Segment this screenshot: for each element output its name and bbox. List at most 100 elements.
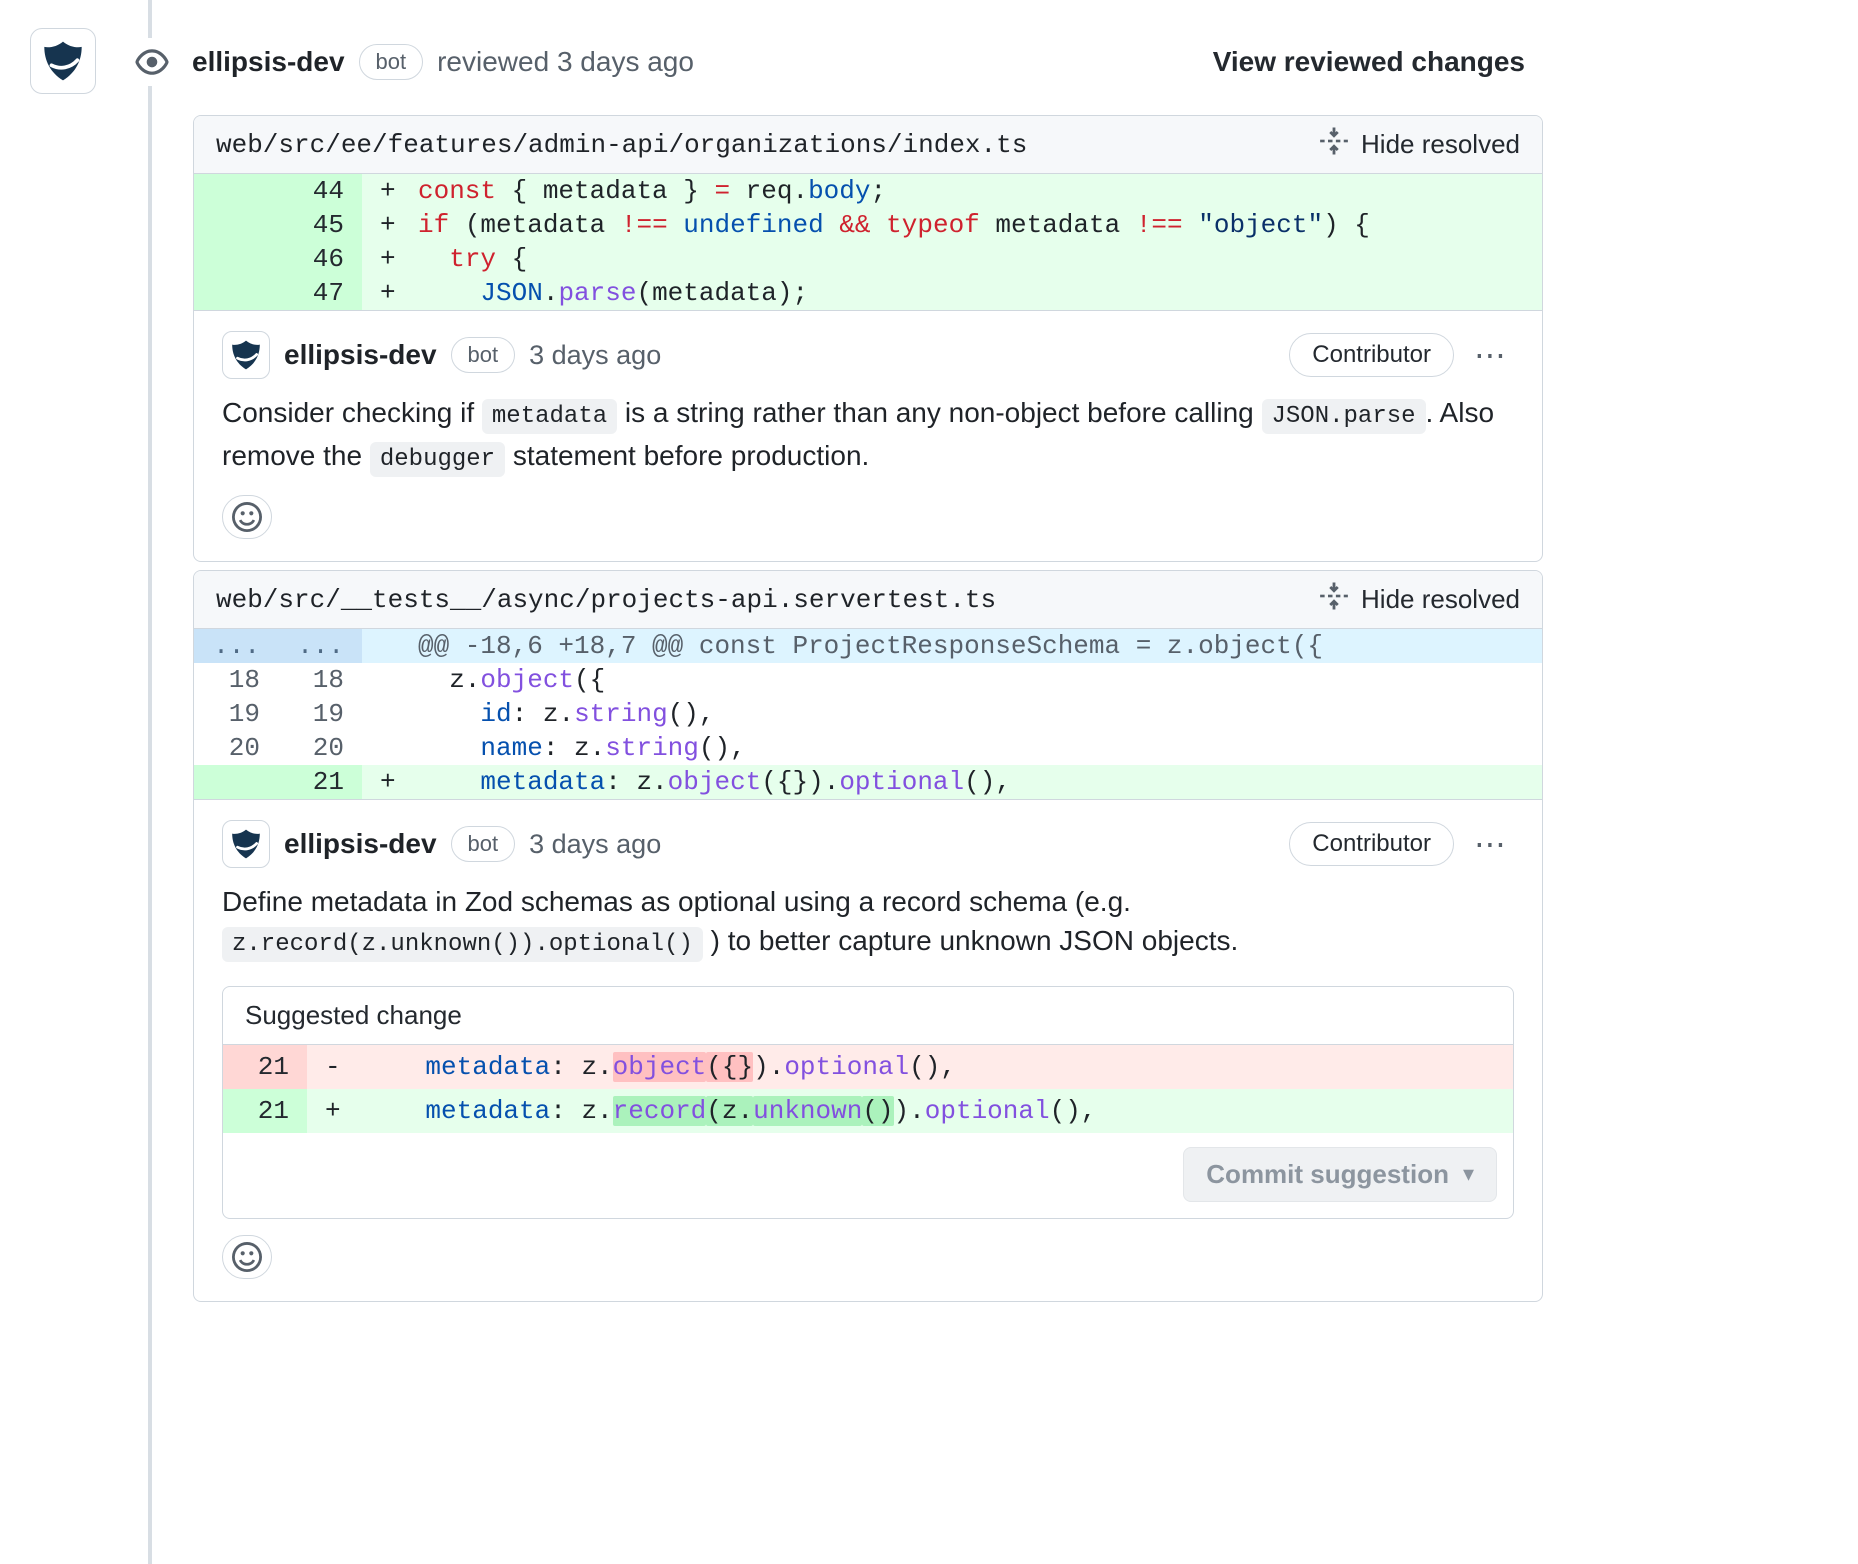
line-number[interactable] bbox=[194, 208, 278, 242]
line-number[interactable]: ... bbox=[278, 629, 362, 663]
comment-timestamp[interactable]: 3 days ago bbox=[529, 340, 661, 371]
kebab-menu-icon[interactable]: ⋯ bbox=[1468, 336, 1514, 374]
smiley-icon bbox=[232, 1242, 262, 1272]
diff-sign: + bbox=[362, 208, 418, 242]
eye-icon bbox=[126, 38, 178, 86]
avatar[interactable] bbox=[30, 28, 96, 94]
line-number[interactable]: 19 bbox=[278, 697, 362, 731]
code-line: name: z.string(), bbox=[418, 731, 1542, 765]
diff-sign bbox=[362, 731, 418, 765]
suggested-change-box: Suggested change 21- metadata: z.object(… bbox=[222, 986, 1514, 1219]
review-thread-card: web/src/ee/features/admin-api/organizati… bbox=[193, 115, 1543, 562]
view-reviewed-changes-link[interactable]: View reviewed changes bbox=[1213, 46, 1525, 78]
code-line: JSON.parse(metadata); bbox=[418, 276, 1542, 310]
file-header: web/src/__tests__/async/projects-api.ser… bbox=[194, 571, 1542, 629]
review-comment: ellipsis-dev bot 3 days ago Contributor … bbox=[194, 311, 1542, 561]
code-line: const { metadata } = req.body; bbox=[418, 174, 1542, 208]
diff-line: 1818 z.object({ bbox=[194, 663, 1542, 697]
add-reaction-button[interactable] bbox=[222, 495, 272, 539]
diff-line: 47+ JSON.parse(metadata); bbox=[194, 276, 1542, 310]
diff-sign: - bbox=[307, 1045, 363, 1089]
line-number[interactable]: 21 bbox=[223, 1089, 307, 1133]
bot-badge: bot bbox=[359, 44, 424, 80]
line-number[interactable]: ... bbox=[194, 629, 278, 663]
commit-suggestion-button[interactable]: Commit suggestion ▾ bbox=[1183, 1147, 1497, 1202]
diff-sign bbox=[362, 663, 418, 697]
line-number[interactable]: 20 bbox=[278, 731, 362, 765]
comment-timestamp[interactable]: 3 days ago bbox=[529, 829, 661, 860]
line-number[interactable]: 47 bbox=[278, 276, 362, 310]
inline-code: metadata bbox=[482, 399, 617, 434]
avatar[interactable] bbox=[222, 820, 270, 868]
hide-resolved-button[interactable]: Hide resolved bbox=[1319, 581, 1520, 618]
add-reaction-button[interactable] bbox=[222, 1235, 272, 1279]
comment-header: ellipsis-dev bot 3 days ago Contributor … bbox=[222, 331, 1514, 379]
diff-line: 44+const { metadata } = req.body; bbox=[194, 174, 1542, 208]
diff-sign bbox=[362, 629, 418, 663]
comment-author[interactable]: ellipsis-dev bbox=[284, 828, 437, 860]
comment-author[interactable]: ellipsis-dev bbox=[284, 339, 437, 371]
line-number[interactable] bbox=[194, 276, 278, 310]
line-number[interactable] bbox=[194, 765, 278, 799]
diff-line: 46+ try { bbox=[194, 242, 1542, 276]
code-line: id: z.string(), bbox=[418, 697, 1542, 731]
avatar[interactable] bbox=[222, 331, 270, 379]
code-line: metadata: z.record(z.unknown()).optional… bbox=[363, 1089, 1513, 1133]
line-number[interactable]: 21 bbox=[223, 1045, 307, 1089]
line-number[interactable]: 44 bbox=[278, 174, 362, 208]
code-line: @@ -18,6 +18,7 @@ const ProjectResponseS… bbox=[418, 629, 1542, 663]
inline-code: debugger bbox=[370, 442, 505, 477]
code-line: metadata: z.object({}).optional(), bbox=[363, 1045, 1513, 1089]
code-line: metadata: z.object({}).optional(), bbox=[418, 765, 1542, 799]
line-number[interactable]: 46 bbox=[278, 242, 362, 276]
review-comment: ellipsis-dev bot 3 days ago Contributor … bbox=[194, 800, 1542, 1301]
diff-sign: + bbox=[362, 276, 418, 310]
bot-badge: bot bbox=[451, 337, 516, 373]
code-line: z.object({ bbox=[418, 663, 1542, 697]
fold-icon bbox=[1319, 126, 1349, 163]
diff-line: 1919 id: z.string(), bbox=[194, 697, 1542, 731]
suggested-change-title: Suggested change bbox=[223, 987, 1513, 1045]
commit-suggestion-label: Commit suggestion bbox=[1206, 1159, 1449, 1190]
diff-line: 45+if (metadata !== undefined && typeof … bbox=[194, 208, 1542, 242]
diff-line: 21+ metadata: z.record(z.unknown()).opti… bbox=[223, 1089, 1513, 1133]
code-line: if (metadata !== undefined && typeof met… bbox=[418, 208, 1542, 242]
line-number[interactable]: 45 bbox=[278, 208, 362, 242]
contributor-badge: Contributor bbox=[1289, 822, 1454, 866]
line-number[interactable]: 21 bbox=[278, 765, 362, 799]
diff-line: 2020 name: z.string(), bbox=[194, 731, 1542, 765]
file-path[interactable]: web/src/__tests__/async/projects-api.ser… bbox=[216, 585, 996, 615]
kebab-menu-icon[interactable]: ⋯ bbox=[1468, 825, 1514, 863]
inline-code: JSON.parse bbox=[1262, 399, 1426, 434]
diff-line: 21+ metadata: z.object({}).optional(), bbox=[194, 765, 1542, 799]
chevron-down-icon: ▾ bbox=[1463, 1162, 1474, 1187]
line-number[interactable]: 19 bbox=[194, 697, 278, 731]
timeline-line bbox=[148, 0, 152, 1564]
diff-table: ...... @@ -18,6 +18,7 @@ const ProjectRes… bbox=[194, 629, 1542, 800]
line-number[interactable]: 20 bbox=[194, 731, 278, 765]
line-number[interactable]: 18 bbox=[278, 663, 362, 697]
suggestion-footer: Commit suggestion ▾ bbox=[223, 1133, 1513, 1218]
diff-line: ...... @@ -18,6 +18,7 @@ const ProjectRes… bbox=[194, 629, 1542, 663]
diff-sign bbox=[362, 697, 418, 731]
comment-body: Consider checking if metadata is a strin… bbox=[222, 393, 1514, 479]
bot-badge: bot bbox=[451, 826, 516, 862]
hide-resolved-label: Hide resolved bbox=[1361, 584, 1520, 615]
file-path[interactable]: web/src/ee/features/admin-api/organizati… bbox=[216, 130, 1027, 160]
suggestion-diff-table: 21- metadata: z.object({}).optional(),21… bbox=[223, 1045, 1513, 1133]
diff-sign: + bbox=[307, 1089, 363, 1133]
diff-sign: + bbox=[362, 174, 418, 208]
diff-sign: + bbox=[362, 242, 418, 276]
hide-resolved-label: Hide resolved bbox=[1361, 129, 1520, 160]
line-number[interactable] bbox=[194, 242, 278, 276]
review-thread-card: web/src/__tests__/async/projects-api.ser… bbox=[193, 570, 1543, 1302]
line-number[interactable] bbox=[194, 174, 278, 208]
inline-code: z.record(z.unknown()).optional() bbox=[222, 927, 703, 962]
diff-table: 44+const { metadata } = req.body;45+if (… bbox=[194, 174, 1542, 311]
line-number[interactable]: 18 bbox=[194, 663, 278, 697]
file-header: web/src/ee/features/admin-api/organizati… bbox=[194, 116, 1542, 174]
reviewer-name[interactable]: ellipsis-dev bbox=[192, 46, 345, 78]
hide-resolved-button[interactable]: Hide resolved bbox=[1319, 126, 1520, 163]
diff-line: 21- metadata: z.object({}).optional(), bbox=[223, 1045, 1513, 1089]
comment-body: Define metadata in Zod schemas as option… bbox=[222, 882, 1514, 964]
